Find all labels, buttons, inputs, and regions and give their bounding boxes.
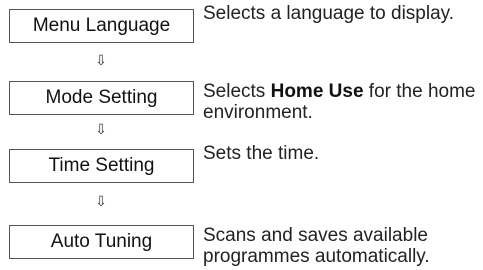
- down-arrow-icon: ⇩: [95, 194, 107, 210]
- down-arrow-icon: ⇩: [95, 122, 107, 138]
- step-auto-tuning-description: Scans and saves available programmes aut…: [203, 225, 430, 267]
- step-mode-setting-box: Mode Setting: [9, 81, 194, 115]
- step-label: Time Setting: [48, 155, 155, 176]
- step-mode-setting-description: Selects Home Use for the home environmen…: [203, 81, 481, 123]
- step-menu-language-description: Selects a language to display.: [203, 3, 455, 24]
- step-menu-language-box: Menu Language: [9, 9, 194, 43]
- step-time-setting-box: Time Setting: [9, 149, 194, 183]
- step-time-setting-description: Sets the time.: [203, 143, 320, 164]
- step-label: Mode Setting: [45, 87, 158, 108]
- step-auto-tuning-box: Auto Tuning: [9, 225, 194, 259]
- step-label: Menu Language: [32, 15, 171, 36]
- description-text: Selects: [203, 81, 271, 102]
- step-label: Auto Tuning: [50, 231, 153, 252]
- down-arrow-icon: ⇩: [95, 53, 107, 69]
- description-emphasis: Home Use: [270, 81, 364, 102]
